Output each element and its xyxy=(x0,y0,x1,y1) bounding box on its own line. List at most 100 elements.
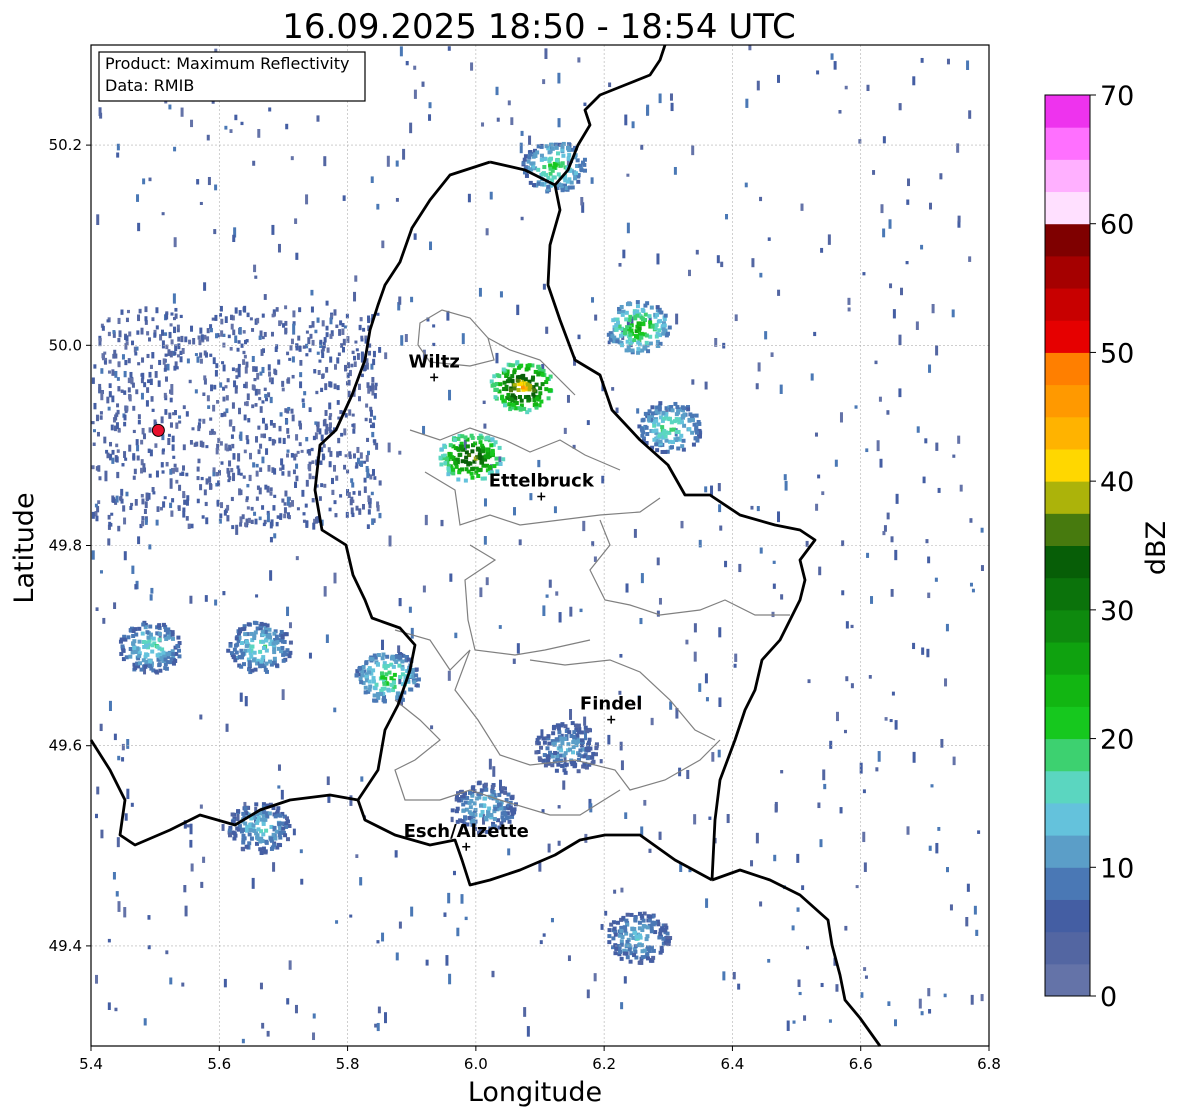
echo-pixel xyxy=(863,967,867,971)
echo-pixel xyxy=(246,622,251,627)
echo-pixel xyxy=(510,379,515,384)
echo-pixel xyxy=(261,417,265,424)
echo-pixel xyxy=(619,304,624,309)
echo-pixel xyxy=(240,828,245,833)
echo-pixel xyxy=(295,463,299,469)
echo-pixel xyxy=(236,347,240,352)
echo-pixel xyxy=(639,617,643,625)
echo-pixel xyxy=(577,753,582,758)
echo-pixel xyxy=(333,464,337,472)
echo-pixel xyxy=(336,400,340,405)
echo-pixel xyxy=(271,313,275,318)
echo-pixel xyxy=(235,524,239,535)
echo-pixel xyxy=(400,666,405,671)
colorbar-segment xyxy=(1045,448,1090,482)
echo-pixel xyxy=(377,1006,381,1014)
echo-pixel xyxy=(230,467,234,473)
echo-pixel xyxy=(178,415,182,419)
echo-pixel xyxy=(508,805,513,810)
echo-pixel xyxy=(140,439,144,445)
echo-pixel xyxy=(483,423,487,429)
echo-pixel xyxy=(935,842,939,854)
echo-pixel xyxy=(679,433,684,438)
echo-pixel xyxy=(138,308,142,314)
echo-pixel xyxy=(586,742,591,747)
echo-pixel xyxy=(662,317,667,322)
echo-pixel xyxy=(372,423,376,429)
echo-pixel xyxy=(669,93,673,101)
echo-pixel xyxy=(891,691,895,696)
echo-pixel xyxy=(980,527,984,533)
echo-pixel xyxy=(519,142,523,154)
echo-pixel xyxy=(349,795,353,806)
echo-pixel xyxy=(862,831,866,843)
echo-pixel xyxy=(320,483,324,488)
echo-pixel xyxy=(196,356,200,363)
echo-pixel xyxy=(705,697,709,702)
echo-pixel xyxy=(358,508,362,515)
echo-pixel xyxy=(637,926,642,931)
echo-pixel xyxy=(578,163,583,168)
echo-pixel xyxy=(625,912,630,917)
echo-pixel xyxy=(492,464,497,469)
echo-pixel xyxy=(160,416,164,424)
echo-pixel xyxy=(214,184,218,191)
echo-pixel xyxy=(186,824,190,828)
echo-pixel xyxy=(627,336,632,341)
echo-pixel xyxy=(644,340,649,345)
echo-pixel xyxy=(194,389,198,394)
echo-pixel xyxy=(656,422,661,427)
echo-pixel xyxy=(398,450,402,455)
echo-pixel xyxy=(641,923,646,928)
echo-pixel xyxy=(146,353,150,359)
echo-pixel xyxy=(717,749,721,758)
echo-pixel xyxy=(237,655,242,660)
echo-pixel xyxy=(531,392,536,397)
echo-pixel xyxy=(262,810,267,815)
echo-pixel xyxy=(566,146,571,151)
echo-pixel xyxy=(220,502,224,509)
echo-pixel xyxy=(199,714,203,720)
echo-pixel xyxy=(489,191,493,200)
echo-pixel xyxy=(540,171,545,176)
echo-pixel xyxy=(563,751,568,756)
echo-pixel xyxy=(103,351,107,355)
echo-pixel xyxy=(92,429,96,433)
echo-pixel xyxy=(894,720,898,730)
echo-pixel xyxy=(292,828,296,836)
echo-pixel xyxy=(859,762,863,774)
echo-pixel xyxy=(290,156,294,161)
echo-pixel xyxy=(797,979,801,988)
echo-pixel xyxy=(284,305,288,310)
echo-pixel xyxy=(178,484,182,491)
echo-pixel xyxy=(643,312,648,317)
echo-pixel xyxy=(792,1020,796,1024)
echo-pixel xyxy=(145,400,149,407)
echo-pixel xyxy=(882,531,886,536)
echo-pixel xyxy=(662,927,667,932)
echo-pixel xyxy=(176,635,181,640)
echo-pixel xyxy=(805,540,809,547)
echo-pixel xyxy=(329,450,333,457)
echo-pixel xyxy=(161,212,165,216)
echo-pixel xyxy=(199,804,203,809)
echo-pixel xyxy=(957,215,961,223)
echo-pixel xyxy=(920,57,924,63)
echo-pixel xyxy=(624,317,629,322)
echo-pixel xyxy=(252,650,257,655)
echo-pixel xyxy=(637,943,642,948)
echo-pixel xyxy=(548,579,552,588)
echo-pixel xyxy=(890,588,894,597)
echo-pixel xyxy=(686,769,690,780)
echo-pixel xyxy=(117,901,121,912)
echo-pixel xyxy=(247,832,252,837)
echo-pixel xyxy=(268,371,272,377)
echo-pixel xyxy=(497,445,502,450)
echo-pixel xyxy=(320,387,324,393)
echo-pixel xyxy=(170,510,174,517)
echo-pixel xyxy=(395,197,399,202)
echo-pixel xyxy=(122,505,126,512)
echo-pixel xyxy=(243,806,248,811)
echo-pixel xyxy=(141,622,146,627)
echo-pixel xyxy=(663,313,668,318)
